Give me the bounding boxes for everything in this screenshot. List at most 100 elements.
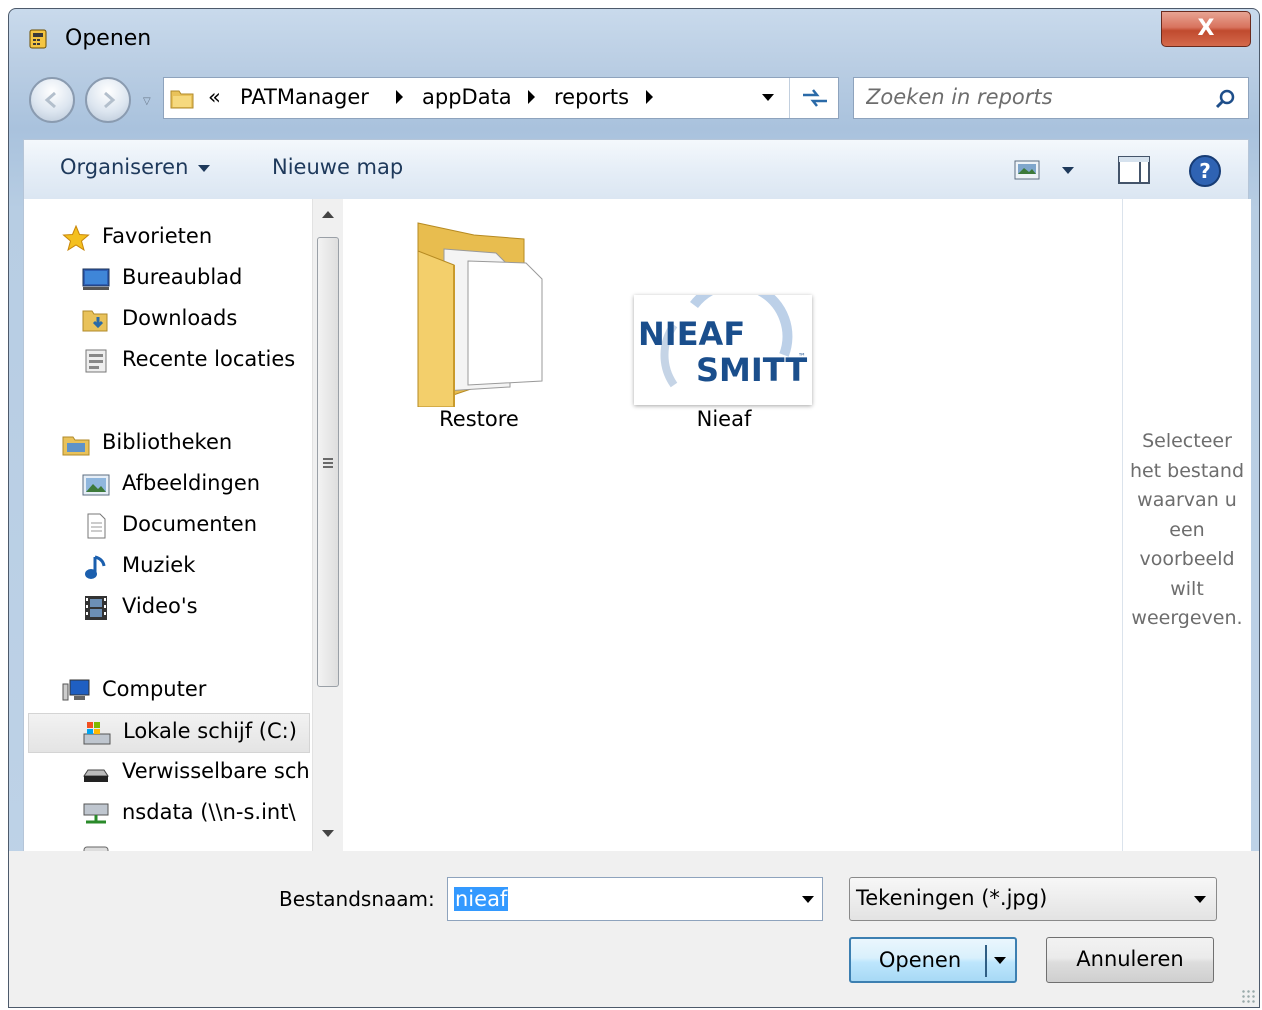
filename-combobox[interactable]: nieaf: [447, 877, 823, 921]
downloads-folder-icon: [82, 310, 108, 332]
local-disk-icon: [83, 722, 111, 745]
new-folder-button[interactable]: Nieuwe map: [272, 155, 403, 179]
scrollbar-thumb[interactable]: [317, 237, 339, 687]
nav-computer-label: Computer: [102, 677, 207, 701]
organize-button[interactable]: Organiseren: [60, 155, 211, 179]
back-button[interactable]: [29, 77, 75, 123]
nav-item-label: Bureaublad: [122, 265, 243, 289]
network-drive-icon: [83, 803, 109, 824]
scroll-up-arrow-icon[interactable]: [322, 211, 334, 218]
navigation-pane[interactable]: Favorieten Bureaublad Downloads Recente …: [24, 199, 312, 851]
preview-line: waarvan u: [1137, 489, 1237, 511]
file-name: Nieaf: [696, 407, 752, 431]
preview-pane-icon[interactable]: [1118, 156, 1150, 184]
computer-icon: [62, 679, 90, 701]
file-type-value: Tekeningen (*.jpg): [856, 886, 1048, 910]
image-thumbnail: NIEAF SMITT ™: [634, 279, 812, 405]
preview-line: een: [1169, 518, 1205, 541]
nav-item-label: Recente locaties: [122, 347, 296, 371]
open-button-label: Openen: [878, 948, 962, 972]
file-list[interactable]: Restore NIEAF SMITT ™ Nieaf: [344, 199, 1124, 851]
refresh-icon: [803, 89, 827, 107]
nav-item-label: Muziek: [122, 553, 196, 577]
dialog-footer: Bestandsnaam: nieaf Tekeningen (*.jpg) O…: [9, 851, 1259, 1007]
file-type-select[interactable]: Tekeningen (*.jpg): [849, 877, 1217, 921]
open-file-dialog: Openen X ▽ « PATManager appData reports: [8, 8, 1260, 1008]
nav-favorites[interactable]: Favorieten: [62, 221, 310, 255]
nav-libraries[interactable]: Bibliotheken: [62, 427, 310, 461]
recent-pages-chevron-icon[interactable]: ▽: [143, 96, 151, 107]
nav-item-videos[interactable]: Video's: [82, 591, 310, 625]
view-options-icon[interactable]: [1014, 159, 1040, 181]
nav-item-label: Video's: [122, 594, 198, 618]
logo-tm-text: ™: [798, 352, 806, 361]
nav-item-partial[interactable]: [82, 839, 310, 851]
filename-dropdown-icon[interactable]: [802, 896, 814, 903]
preview-pane: Selecteer het bestand waarvan u een voor…: [1122, 199, 1251, 851]
address-bar[interactable]: « PATManager appData reports: [163, 77, 839, 119]
svg-text:?: ?: [1199, 159, 1211, 183]
file-item-image[interactable]: NIEAF SMITT ™ Nieaf: [624, 217, 824, 437]
logo-nieaf-text: NIEAF: [638, 315, 745, 353]
filename-input[interactable]: nieaf: [454, 887, 509, 911]
nav-item-pictures[interactable]: Afbeeldingen: [82, 468, 310, 502]
folder-icon: [170, 90, 194, 109]
chevron-down-icon: [198, 164, 211, 172]
folder-icon: [417, 222, 543, 407]
refresh-button[interactable]: [789, 78, 840, 118]
video-film-icon: [85, 596, 107, 620]
nav-item-downloads[interactable]: Downloads: [82, 303, 310, 337]
search-icon[interactable]: [1214, 88, 1236, 110]
breadcrumb-arrow-icon[interactable]: [646, 90, 653, 104]
file-item-folder[interactable]: Restore: [384, 217, 574, 437]
drive-icon: [83, 846, 109, 851]
nav-item-label: Downloads: [122, 306, 238, 330]
forward-button[interactable]: [85, 77, 131, 123]
nav-computer[interactable]: Computer: [62, 674, 310, 708]
breadcrumb-arrow-icon[interactable]: [396, 90, 403, 104]
nav-item-removable-drive[interactable]: Verwisselbare sch: [82, 756, 310, 790]
nav-libraries-label: Bibliotheken: [102, 430, 233, 454]
nav-item-label: Afbeeldingen: [122, 471, 261, 495]
open-button[interactable]: Openen: [849, 937, 1017, 983]
nav-item-documents[interactable]: Documenten: [82, 509, 310, 543]
breadcrumb-patmanager[interactable]: PATManager: [240, 85, 369, 109]
nav-favorites-label: Favorieten: [102, 224, 213, 248]
view-dropdown-icon[interactable]: [1062, 167, 1074, 174]
nav-item-music[interactable]: Muziek: [82, 550, 310, 584]
star-icon: [62, 225, 90, 251]
content-area: Favorieten Bureaublad Downloads Recente …: [23, 199, 1251, 851]
split-divider: [985, 945, 987, 977]
nav-item-network-drive[interactable]: nsdata (\\n-s.int\: [82, 797, 310, 831]
breadcrumb-reports[interactable]: reports: [554, 85, 629, 109]
search-input[interactable]: [864, 84, 1198, 110]
libraries-icon: [62, 436, 90, 456]
breadcrumb-arrow-icon[interactable]: [528, 90, 535, 104]
preview-line: voorbeeld: [1139, 548, 1235, 570]
search-box[interactable]: [853, 77, 1249, 119]
forward-arrow-icon: [104, 91, 116, 109]
address-dropdown-icon[interactable]: [762, 94, 774, 101]
nav-item-local-disk[interactable]: Lokale schijf (C:): [28, 713, 310, 753]
open-options-dropdown-icon[interactable]: [994, 957, 1006, 964]
preview-message: Selecteer het bestand waarvan u een voor…: [1123, 427, 1251, 634]
documents-icon: [87, 513, 106, 539]
file-name: Restore: [439, 407, 519, 431]
cancel-button[interactable]: Annuleren: [1046, 937, 1214, 983]
window-title: Openen: [65, 26, 152, 51]
preview-line: wilt: [1170, 577, 1204, 600]
preview-line: weergeven.: [1131, 607, 1243, 629]
close-button[interactable]: X: [1161, 11, 1251, 47]
breadcrumb-appdata[interactable]: appData: [422, 85, 512, 109]
nav-item-label: Verwisselbare sch: [122, 759, 310, 783]
navigation-scrollbar[interactable]: [312, 199, 343, 851]
scroll-down-arrow-icon[interactable]: [322, 830, 334, 837]
nav-item-desktop[interactable]: Bureaublad: [82, 262, 310, 296]
help-icon[interactable]: ?: [1188, 154, 1222, 188]
nav-item-recent-places[interactable]: Recente locaties: [82, 344, 310, 378]
title-bar[interactable]: Openen X: [9, 9, 1259, 69]
resize-grip-icon[interactable]: [1241, 989, 1255, 1003]
breadcrumb-overflow[interactable]: «: [208, 85, 221, 109]
nieaf-smitt-logo: NIEAF SMITT ™: [638, 279, 807, 389]
music-note-icon: [85, 555, 106, 579]
